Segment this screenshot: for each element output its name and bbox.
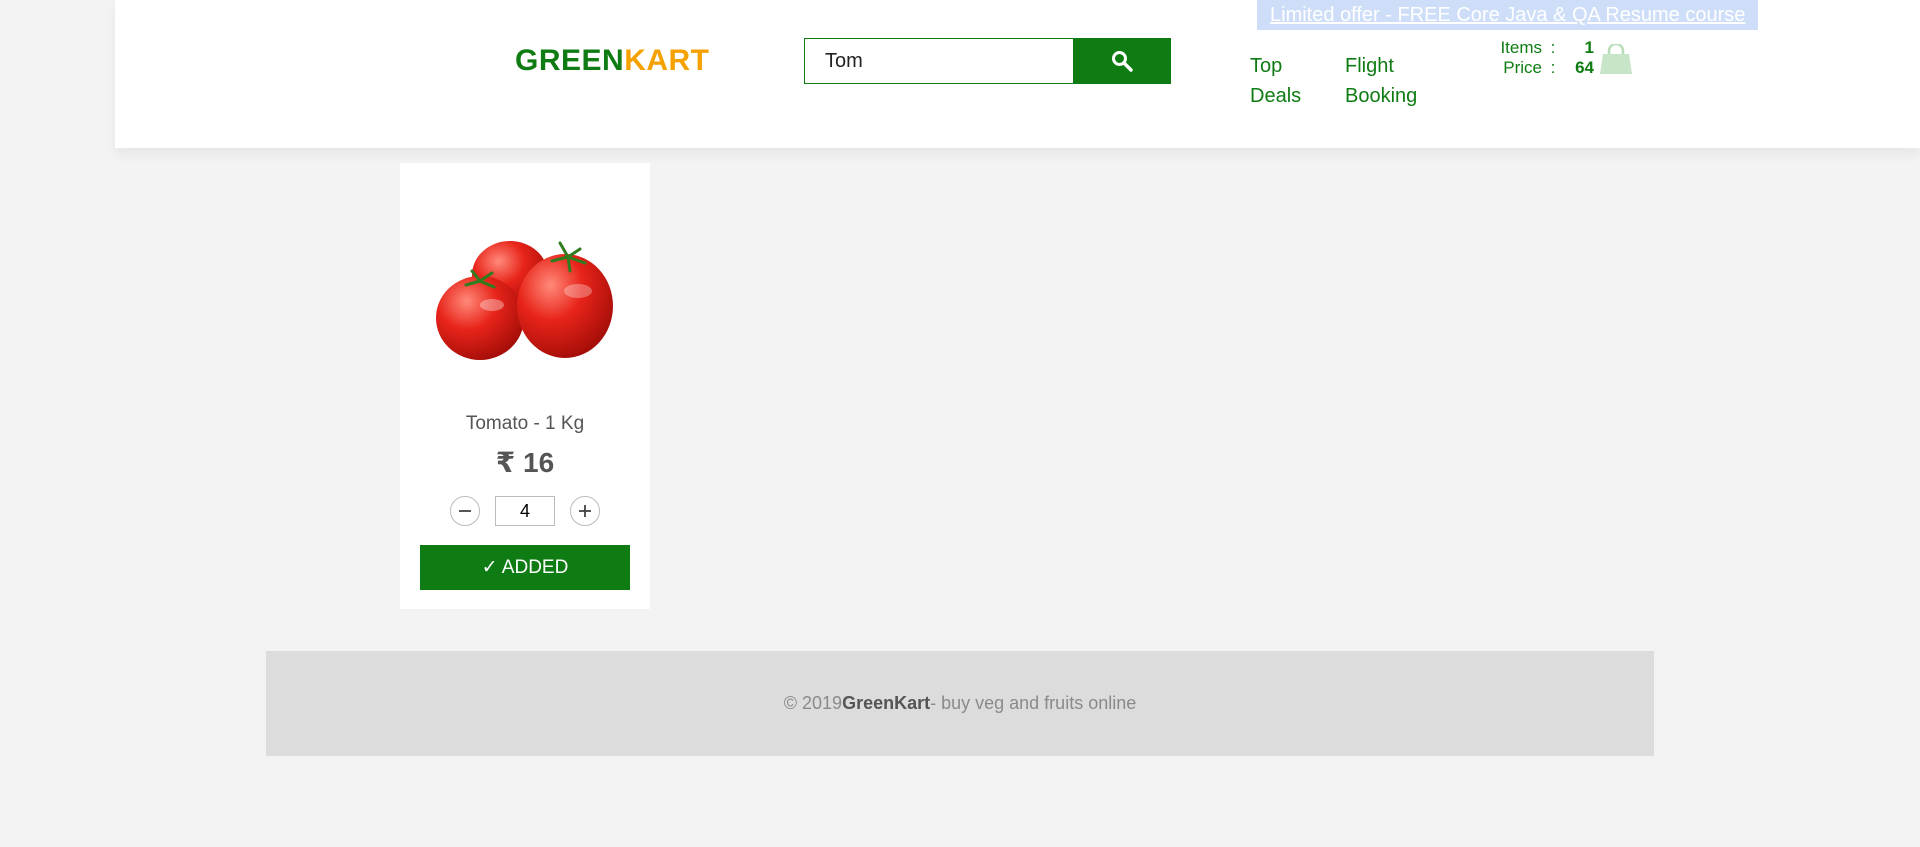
cart-info: Items : 1 Price : 64	[1480, 38, 1594, 78]
cart-bag-icon[interactable]	[1599, 42, 1633, 81]
cart-price-value: 64	[1575, 58, 1594, 77]
nav-flight-booking[interactable]: Flight Booking	[1345, 51, 1455, 111]
footer-prefix: © 2019	[783, 693, 843, 713]
cart-separator: :	[1550, 58, 1556, 77]
added-to-cart-button[interactable]: ✓ ADDED	[420, 545, 630, 590]
cart-price-row: Price : 64	[1480, 58, 1594, 78]
search-input[interactable]	[804, 38, 1074, 84]
decrement-button[interactable]	[450, 496, 480, 526]
product-price: ₹ 16	[495, 447, 555, 478]
product-image-tomato	[420, 213, 630, 388]
increment-button[interactable]	[570, 496, 600, 526]
footer-suffix: - buy veg and fruits online	[930, 693, 1137, 713]
product-card: Tomato - 1 Kg ₹ 16 ✓ ADDED	[400, 163, 650, 609]
footer-brand: GreenKart	[842, 693, 931, 713]
brand-logo: GREENKART	[515, 44, 710, 78]
search-button[interactable]	[1073, 38, 1171, 84]
plus-icon	[579, 505, 591, 517]
cart-items-row: Items : 1	[1480, 38, 1594, 58]
minus-icon	[459, 510, 471, 512]
product-name: Tomato - 1 Kg	[465, 413, 585, 434]
cart-items-label: Items	[1500, 38, 1542, 57]
quantity-input[interactable]	[495, 496, 555, 526]
cart-price-label: Price	[1503, 58, 1542, 77]
footer: © 2019 GreenKart - buy veg and fruits on…	[266, 651, 1654, 756]
brand-orange-text: KART	[624, 44, 710, 77]
cart-items-value: 1	[1584, 38, 1594, 57]
cart-separator: :	[1550, 38, 1556, 57]
offer-link[interactable]: Limited offer - FREE Core Java & QA Resu…	[1257, 0, 1759, 30]
nav-top-deals[interactable]: Top Deals	[1250, 51, 1320, 111]
header: Limited offer - FREE Core Java & QA Resu…	[115, 0, 1920, 148]
search-icon	[1112, 51, 1133, 72]
brand-green-text: GREEN	[515, 44, 625, 77]
